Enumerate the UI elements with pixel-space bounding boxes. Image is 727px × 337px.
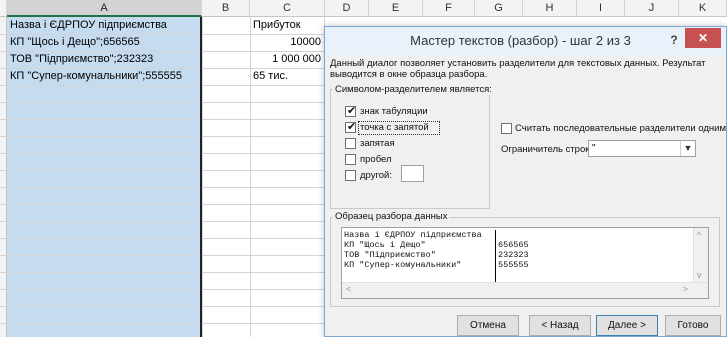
scroll-down-icon[interactable]: v (697, 270, 702, 280)
cell-a2[interactable]: КП "Щось і Дещо";656565 (10, 34, 140, 51)
column-header-g[interactable]: G (475, 0, 523, 17)
text-qualifier-select[interactable]: " ▼ (588, 140, 696, 157)
space-label[interactable]: пробел (360, 154, 392, 165)
selection-border (200, 17, 202, 337)
next-button[interactable]: Далее > (596, 315, 658, 336)
gridline (0, 102, 324, 103)
gridline (0, 136, 324, 137)
gridline (0, 238, 324, 239)
preview-row-1-col-1: Назва і ЄДРПОУ підприємства (344, 230, 482, 240)
gridline (0, 119, 324, 120)
text-import-wizard-dialog: Мастер текстов (разбор) - шаг 2 из 3 ? ✕… (324, 26, 727, 337)
delimiters-group-label: Символом-разделителем является: (333, 84, 494, 95)
gridline (0, 187, 324, 188)
tab-checkbox[interactable]: ✔ (345, 105, 357, 117)
other-label[interactable]: другой: (360, 170, 392, 181)
text-qualifier-label: Ограничитель строк: (501, 144, 593, 155)
cell-a1[interactable]: Назва і ЄДРПОУ підприємства (10, 17, 167, 34)
column-header-a[interactable]: A (7, 0, 202, 17)
gridline (0, 221, 324, 222)
cell-c1[interactable]: Прибуток (253, 17, 301, 34)
other-delimiter-input[interactable] (401, 165, 424, 182)
column-header-i[interactable]: I (577, 0, 625, 17)
preview-group-label: Образец разбора данных (333, 211, 450, 222)
other-checkbox[interactable] (345, 170, 356, 181)
consecutive-delimiters-checkbox[interactable] (501, 123, 512, 134)
preview-vertical-scrollbar[interactable]: ^ v (693, 228, 708, 284)
semicolon-checkbox[interactable]: ✔ (345, 121, 357, 133)
column-header-f[interactable]: F (423, 0, 475, 17)
comma-label[interactable]: запятая (360, 138, 395, 149)
gridline (0, 204, 324, 205)
gridline (0, 306, 324, 307)
gridline (0, 289, 324, 290)
preview-row-3-col-1: ТОВ "Підприємство" (344, 250, 436, 260)
tab-label[interactable]: знак табуляции (360, 106, 428, 117)
preview-row-2-col-1: КП "Щось і Дещо" (344, 240, 426, 250)
cell-a3[interactable]: ТОВ "Підприємство";232323 (10, 51, 153, 68)
cell-c3[interactable]: 1 000 000 (250, 51, 321, 68)
column-header-h[interactable]: H (523, 0, 577, 17)
scroll-right-icon[interactable]: > (683, 284, 688, 294)
cancel-button[interactable]: Отмена (457, 315, 519, 336)
gridline (0, 323, 324, 324)
column-header-k[interactable]: K (679, 0, 727, 17)
gridline (0, 153, 324, 154)
preview-horizontal-scrollbar[interactable]: < > (342, 282, 708, 298)
checkmark-icon: ✔ (347, 121, 357, 133)
semicolon-label[interactable]: точка с запятой (360, 122, 429, 133)
column-header-d[interactable]: D (325, 0, 369, 17)
cell-a4[interactable]: КП "Супер-комунальники";555555 (10, 68, 182, 85)
cell-c4[interactable]: 65 тис. (253, 68, 288, 85)
space-checkbox[interactable] (345, 154, 356, 165)
chevron-down-icon[interactable]: ▼ (680, 141, 695, 156)
column-header-j[interactable]: J (625, 0, 679, 17)
corner-select-all[interactable] (0, 0, 7, 17)
consecutive-delimiters-label[interactable]: Считать последовательные разделители одн… (515, 123, 726, 134)
preview-row-3-col-2: 232323 (498, 250, 529, 260)
finish-button[interactable]: Готово (665, 315, 721, 336)
checkmark-icon: ✔ (347, 105, 357, 117)
preview-row-4-col-2: 555555 (498, 260, 529, 270)
gridline (0, 170, 324, 171)
cell-c2[interactable]: 10000 (250, 34, 321, 51)
gridline (0, 255, 324, 256)
preview-row-4-col-1: КП "Супер-комунальники" (344, 260, 462, 270)
dialog-titlebar[interactable]: Мастер текстов (разбор) - шаг 2 из 3 ? ✕ (325, 27, 726, 55)
scroll-left-icon[interactable]: < (346, 284, 351, 294)
text-qualifier-value: " (592, 143, 596, 154)
column-break-line[interactable] (495, 230, 496, 283)
back-button[interactable]: < Назад (529, 315, 591, 336)
help-icon[interactable]: ? (666, 31, 682, 49)
gridline (0, 85, 324, 86)
column-header-e[interactable]: E (369, 0, 423, 17)
dialog-title: Мастер текстов (разбор) - шаг 2 из 3 (410, 33, 631, 48)
comma-checkbox[interactable] (345, 138, 356, 149)
gridline (0, 272, 324, 273)
data-preview[interactable]: Назва і ЄДРПОУ підприємства КП "Щось і Д… (341, 227, 709, 299)
scroll-up-icon[interactable]: ^ (697, 230, 701, 240)
dialog-description: Данный диалог позволяет установить разде… (330, 58, 706, 80)
column-header-b[interactable]: B (202, 0, 250, 17)
column-header-c[interactable]: C (250, 0, 325, 17)
close-icon[interactable]: ✕ (685, 28, 721, 48)
preview-row-2-col-2: 656565 (498, 240, 529, 250)
